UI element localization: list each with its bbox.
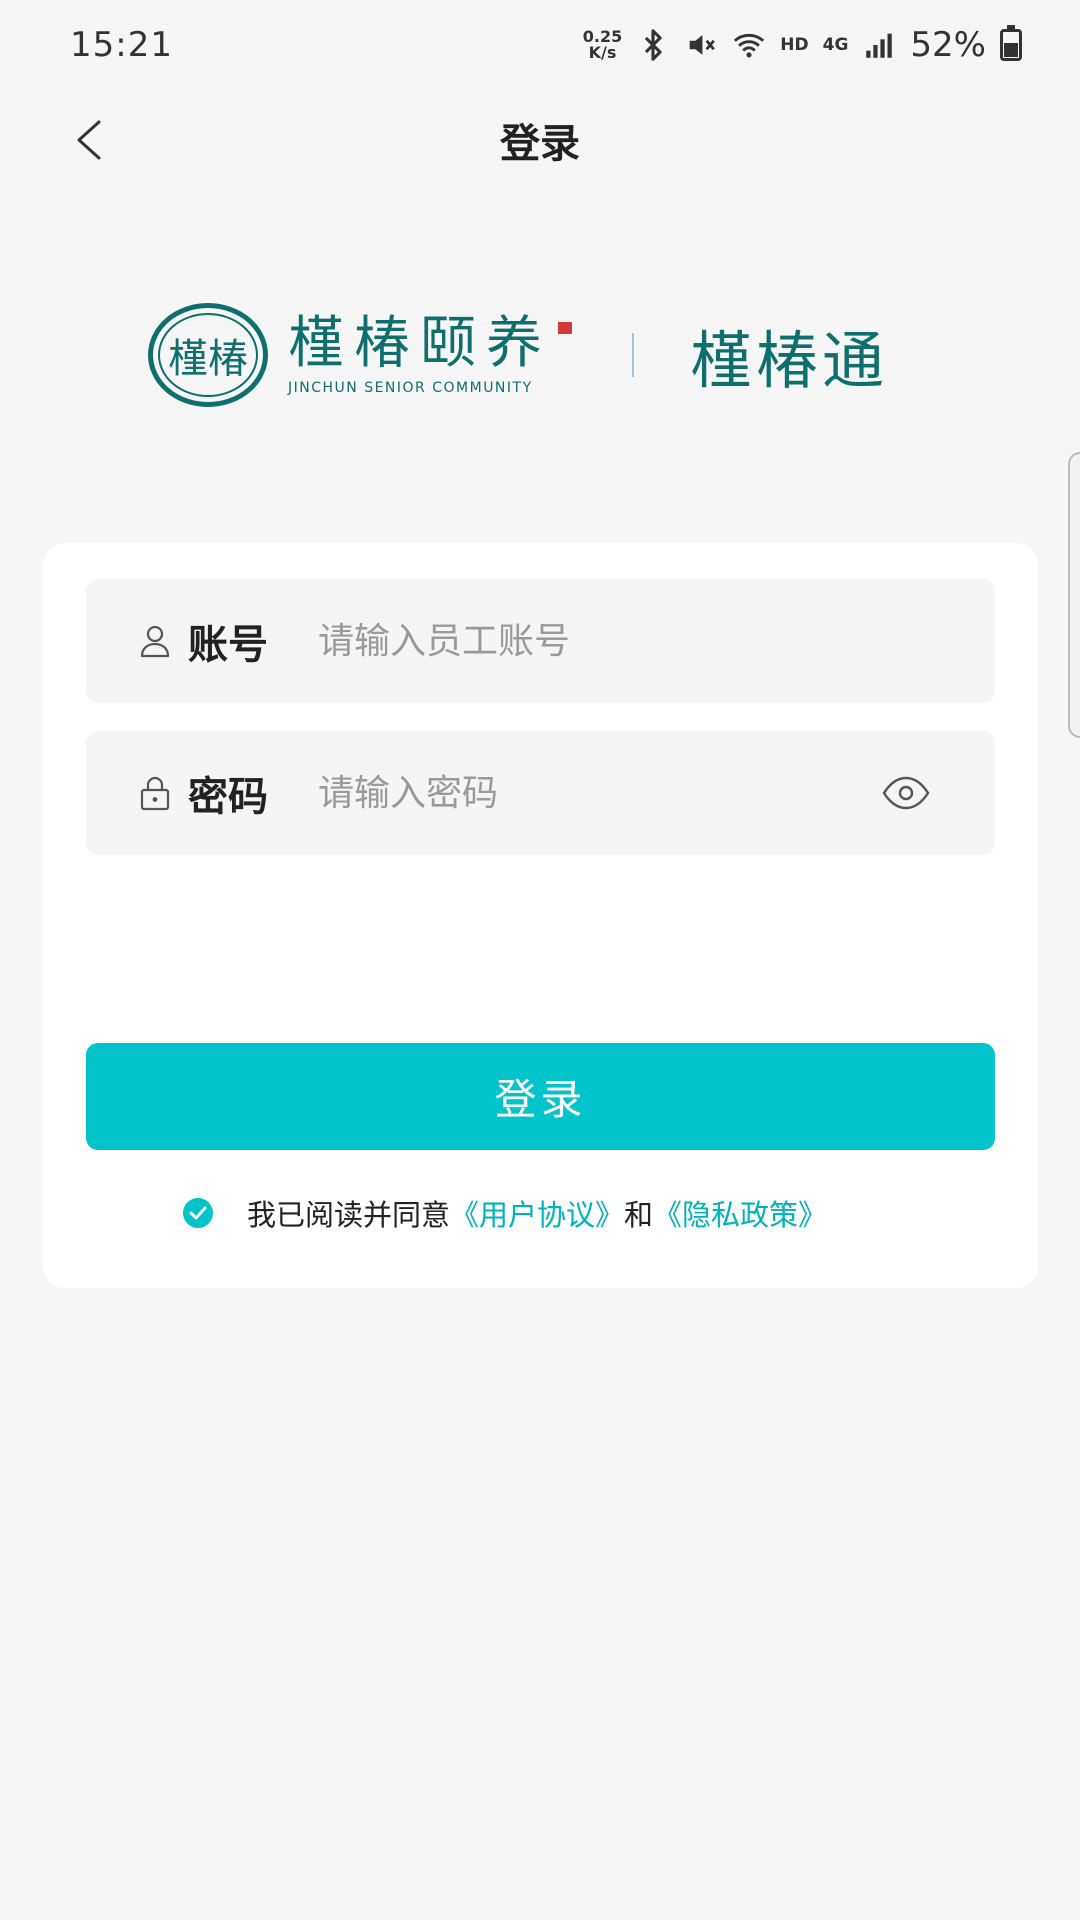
brand-name: 槿椿颐养 <box>288 311 552 376</box>
lock-icon <box>140 776 170 811</box>
agreement-checkbox[interactable] <box>183 1198 213 1228</box>
brand-stamp-icon <box>558 322 572 334</box>
battery-icon <box>1000 25 1022 61</box>
brand-english-name: JINCHUN SENIOR COMMUNITY <box>288 380 533 396</box>
agreement-prefix: 我已阅读并同意 <box>247 1198 451 1232</box>
status-icons: 0.25 K/s HD 4G 52% <box>583 25 1022 65</box>
status-time: 15:21 <box>70 25 173 65</box>
password-input[interactable] <box>318 772 838 814</box>
privacy-policy-link[interactable]: 《隐私政策》 <box>653 1192 827 1234</box>
status-bar: 15:21 0.25 K/s HD 4G 52% <box>0 0 1080 90</box>
bluetooth-icon <box>645 29 662 61</box>
check-icon <box>189 1206 207 1220</box>
password-field: 密码 <box>86 731 995 855</box>
app-name: 槿椿通 <box>690 324 889 397</box>
brand-logo: 槿椿 槿椿颐养 JINCHUN SENIOR COMMUNITY 槿椿通 <box>148 300 938 410</box>
network-speed: 0.25 K/s <box>582 27 623 62</box>
login-card: 账号 密码 登录 我已阅读并同意 《用户协议》 和 《隐私政策》 <box>43 543 1038 1288</box>
account-field: 账号 <box>86 579 995 703</box>
signal-icon <box>866 33 893 58</box>
nav-bar: 登录 <box>0 90 1080 190</box>
wifi-icon <box>734 33 765 58</box>
agreement-conjunction: 和 <box>624 1198 654 1232</box>
battery-percent: 52% <box>910 25 986 65</box>
user-agreement-link[interactable]: 《用户协议》 <box>450 1192 624 1234</box>
brand-name-block: 槿椿颐养 JINCHUN SENIOR COMMUNITY <box>288 311 552 397</box>
brand-divider <box>632 333 634 377</box>
back-button[interactable] <box>58 108 118 172</box>
account-label: 账号 <box>188 622 268 668</box>
chevron-left-icon <box>77 120 101 160</box>
page-title: 登录 <box>500 121 580 167</box>
user-icon <box>140 625 170 658</box>
network-type: 4G <box>822 35 849 55</box>
login-button[interactable]: 登录 <box>86 1043 995 1150</box>
eye-icon[interactable] <box>881 773 931 813</box>
hd-label: HD <box>780 35 809 55</box>
agreement-row: 我已阅读并同意 《用户协议》 和 《隐私政策》 <box>183 1183 827 1243</box>
password-label: 密码 <box>188 774 268 820</box>
side-drawer-handle[interactable] <box>1068 452 1080 738</box>
mute-icon <box>689 35 716 55</box>
account-input[interactable] <box>318 620 838 662</box>
brand-seal: 槿椿 <box>148 303 268 407</box>
